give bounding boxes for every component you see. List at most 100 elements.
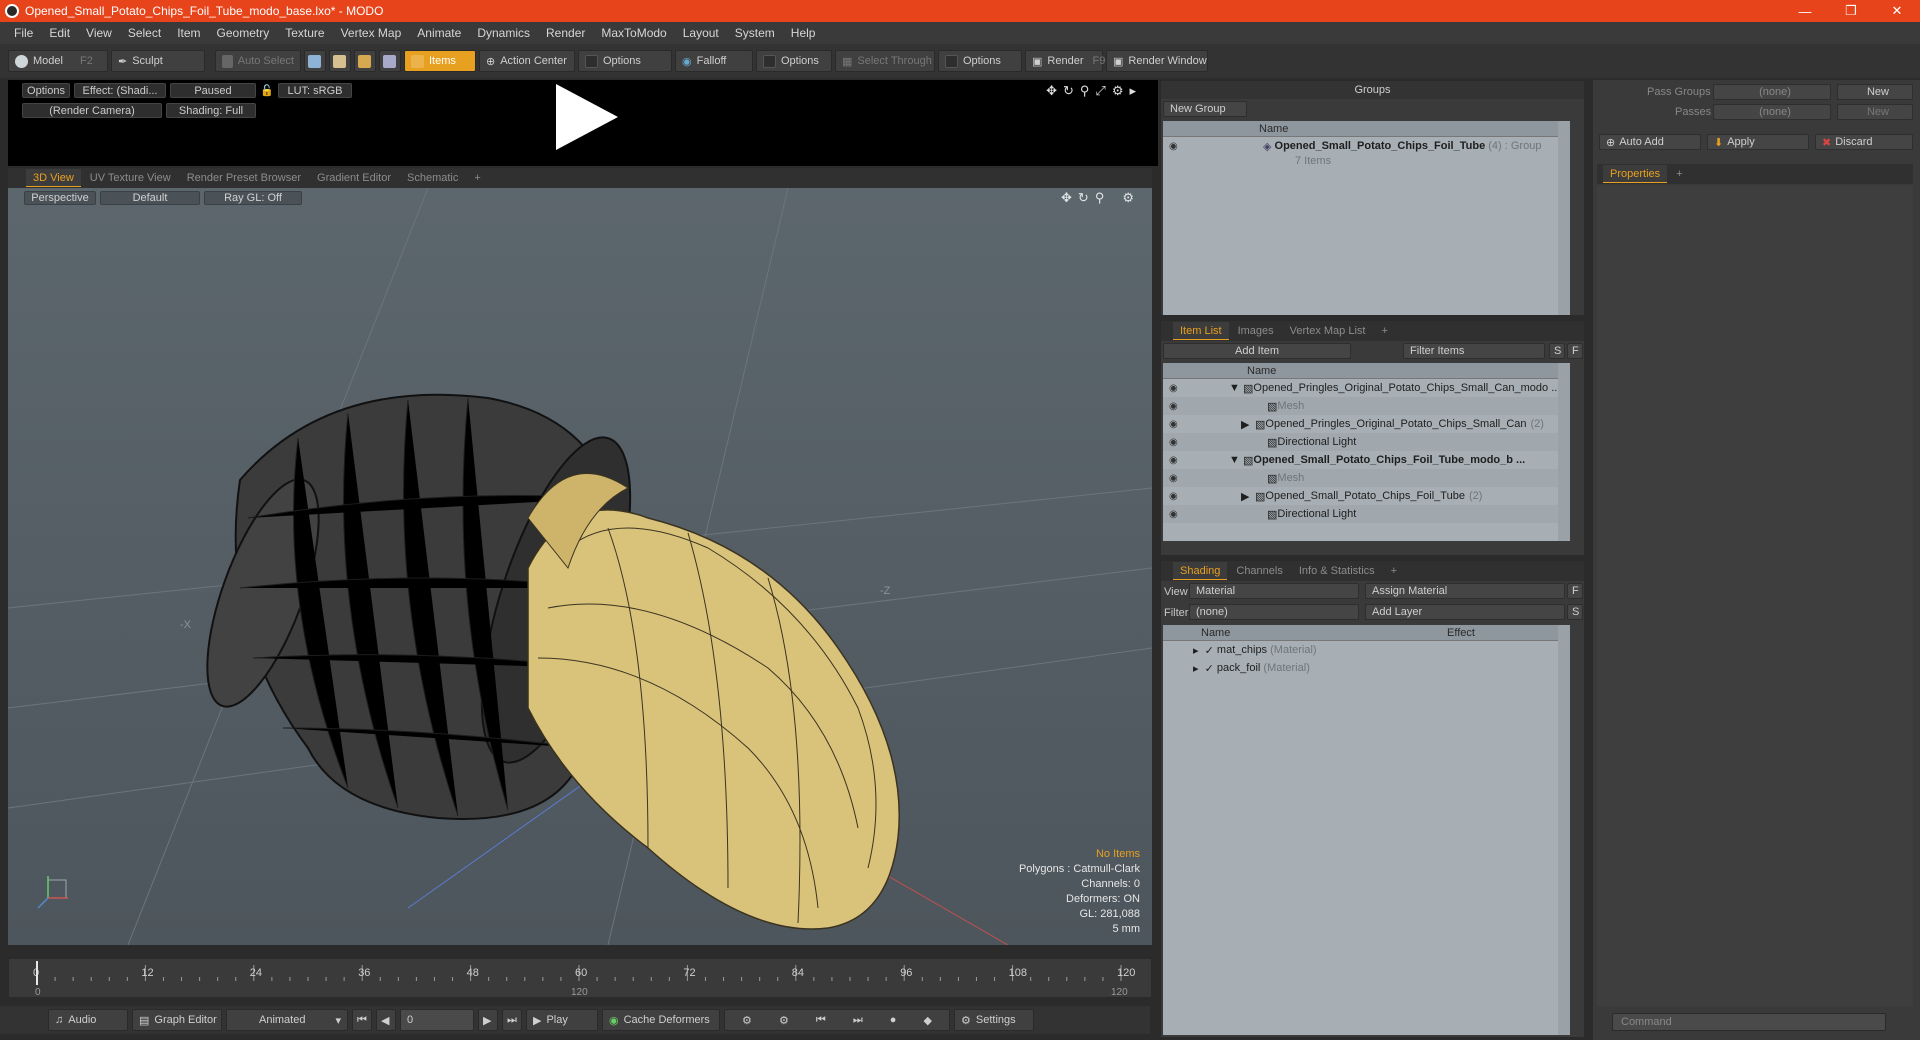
action-center-button[interactable]: ⊕ Action Center [479,50,575,72]
rotate-icon[interactable]: ↻ [1078,190,1095,205]
shader-row-pack-foil[interactable]: ▸ ✓ pack_foil (Material) [1163,659,1570,677]
tab-images[interactable]: Images [1231,322,1281,340]
apply-button[interactable]: ⬇ Apply [1707,134,1809,150]
falloff-options-button[interactable]: Options [756,50,832,72]
gear-icon[interactable]: ⚙ [1122,190,1140,205]
eye-icon[interactable]: ◉ [1169,401,1178,412]
perspective-dropdown[interactable]: Perspective [24,191,96,205]
pass-groups-dropdown[interactable]: (none) [1713,84,1831,100]
add-layer-dropdown[interactable]: Add Layer [1365,604,1565,620]
play-button[interactable]: ▶ Play [526,1009,598,1031]
command-input[interactable]: Command [1612,1013,1886,1031]
arrow-right-icon[interactable]: ▸ [1129,83,1142,98]
item-list-scrollbar[interactable] [1558,363,1570,541]
prev-frame-button[interactable]: ◀ [376,1009,396,1031]
edges-mode-button[interactable] [329,50,351,72]
key-next-icon[interactable]: ⏭ [853,1014,863,1027]
menu-system[interactable]: System [727,26,783,40]
animated-dropdown[interactable]: Animated ▾ [226,1009,348,1031]
tab-render-preset-browser[interactable]: Render Preset Browser [180,169,308,187]
preview-shading-dropdown[interactable]: Shading: Full [166,103,256,118]
item-row[interactable]: ◉ ▧ Directional Light [1163,433,1570,451]
sculpt-mode-button[interactable]: ✒ Sculpt [111,50,205,72]
minimize-icon[interactable]: — [1782,0,1828,22]
view-material-dropdown[interactable]: Material [1189,583,1359,599]
auto-select-button[interactable]: Auto Select [215,50,301,72]
shader-tree[interactable]: Name Effect ▸ ✓ mat_chips (Material) ▸ ✓ … [1163,625,1570,1035]
groups-scrollbar[interactable] [1558,121,1570,315]
frame-input[interactable]: 0 [400,1009,474,1031]
preview-options-button[interactable]: Options [22,83,70,98]
rotate-icon[interactable]: ↻ [1063,83,1080,98]
raygl-toggle[interactable]: Ray GL: Off [204,191,302,205]
expand-arrow-icon[interactable]: ▼ [1229,382,1243,394]
eye-icon[interactable]: ◉ [1169,141,1178,152]
select-through-options-button[interactable]: Options [938,50,1022,72]
preview-lut-dropdown[interactable]: LUT: sRGB [278,83,352,98]
key-icon[interactable]: ◆ [923,1014,931,1027]
key-prev-icon[interactable]: ⏮ [816,1014,826,1027]
tab-shading[interactable]: Shading [1173,562,1228,580]
items-mode-button[interactable]: Items [404,50,476,72]
add-item-dropdown[interactable]: Add Item [1163,343,1351,359]
preview-paused-toggle[interactable]: Paused [170,83,256,98]
assign-material-button[interactable]: Assign Material [1365,583,1565,599]
menu-file[interactable]: File [6,26,41,40]
new-group-button[interactable]: New Group [1163,101,1247,117]
action-center-options-button[interactable]: Options [578,50,672,72]
eye-icon[interactable]: ◉ [1169,455,1178,466]
shading-s-button[interactable]: S [1567,604,1583,620]
filter-dropdown[interactable]: (none) [1189,604,1359,620]
menu-item[interactable]: Item [169,26,208,40]
passes-dropdown[interactable]: (none) [1713,104,1831,120]
move-icon[interactable]: ✥ [1061,190,1078,205]
render-window-button[interactable]: ▣ Render Window [1106,50,1208,72]
item-tree[interactable]: Name ◉ ▼ ▧ Opened_Pringles_Original_Potato… [1163,363,1570,541]
tab-schematic[interactable]: Schematic [400,169,465,187]
key-icon[interactable]: ⚙ [779,1014,789,1027]
falloff-button[interactable]: ◉ Falloff [675,50,753,72]
polygons-mode-button[interactable] [354,50,376,72]
add-tab-button[interactable]: + [1669,165,1689,183]
groups-list[interactable]: Name ◉ ◈ Opened_Small_Potato_Chips_Foil_… [1163,121,1570,315]
tab-properties[interactable]: Properties [1603,165,1668,183]
menu-animate[interactable]: Animate [409,26,469,40]
menu-dynamics[interactable]: Dynamics [469,26,538,40]
shading-f-button[interactable]: F [1567,583,1583,599]
group-row[interactable]: ◉ ◈ Opened_Small_Potato_Chips_Foil_Tube … [1163,137,1570,155]
move-icon[interactable]: ✥ [1046,83,1063,98]
3d-viewport[interactable]: -X -Z Perspective Default Ray GL: Off ✥↻… [8,188,1152,945]
eye-icon[interactable]: ◉ [1169,473,1178,484]
shader-scrollbar[interactable] [1558,625,1570,1035]
item-row[interactable]: ◉ ▼ ▧ Opened_Pringles_Original_Potato_Chip… [1163,379,1570,397]
tab-vertex-map-list[interactable]: Vertex Map List [1283,322,1373,340]
tab-3d-view[interactable]: 3D View [26,169,81,187]
auto-add-button[interactable]: ⊕ Auto Add [1599,134,1701,150]
key-icon[interactable]: ⚙ [742,1014,752,1027]
item-row[interactable]: ◉ ▧ Mesh [1163,469,1570,487]
default-style-dropdown[interactable]: Default [100,191,200,205]
go-end-button[interactable]: ⏭ [502,1009,522,1031]
select-through-button[interactable]: ▦ Select Through [835,50,935,72]
menu-maxtomodo[interactable]: MaxToModo [593,26,674,40]
filter-f-button[interactable]: F [1567,343,1583,359]
menu-select[interactable]: Select [120,26,169,40]
vertices-mode-button[interactable] [304,50,326,72]
filter-s-button[interactable]: S [1549,343,1565,359]
restore-icon[interactable]: ❐ [1828,0,1874,22]
add-tab-button[interactable]: + [467,169,487,187]
tab-channels[interactable]: Channels [1229,562,1289,580]
lock-icon[interactable]: 🔓 [260,83,274,98]
add-tab-button[interactable]: + [1384,562,1404,580]
expand-arrow-icon[interactable]: ▸ [1193,662,1205,675]
menu-edit[interactable]: Edit [41,26,78,40]
menu-vertex-map[interactable]: Vertex Map [333,26,410,40]
timeline[interactable]: 012243648607284961081200120120 [8,958,1152,998]
tab-item-list[interactable]: Item List [1173,322,1229,340]
materials-mode-button[interactable] [379,50,401,72]
eye-icon[interactable]: ◉ [1169,509,1178,520]
play-icon[interactable] [556,84,618,150]
item-row[interactable]: ◉ ▧ Directional Light [1163,505,1570,523]
tab-info-statistics[interactable]: Info & Statistics [1292,562,1382,580]
close-icon[interactable]: ✕ [1874,0,1920,22]
